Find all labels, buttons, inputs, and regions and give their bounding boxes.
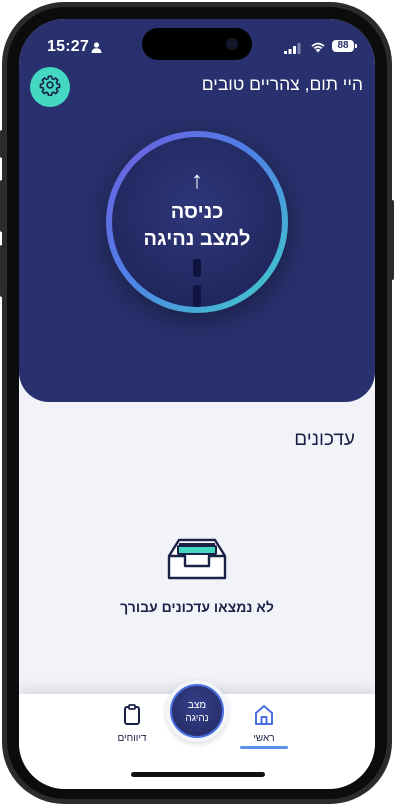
drive-button-label: כניסה למצב נהיגה (112, 199, 282, 253)
settings-button[interactable] (30, 67, 70, 107)
battery-indicator: 88 (332, 40, 354, 52)
greeting-text: היי תום, צהריים טובים (201, 74, 363, 94)
tab-home[interactable]: ראשי (240, 704, 288, 744)
status-bar: 15:27 88 (19, 19, 375, 69)
drive-mode-fab: מצב נהיגה (170, 684, 224, 738)
tab-drive-mode[interactable]: מצב נהיגה (166, 680, 228, 742)
home-indicator (131, 772, 265, 777)
dynamic-island (142, 28, 252, 60)
tab-reports[interactable]: דיווחים (107, 704, 157, 744)
volume-up-button (0, 180, 4, 232)
drive-label-line-2: למצב נהיגה (143, 228, 251, 250)
updates-heading: עדכונים (294, 429, 355, 450)
fab-label-line-1: מצב (187, 700, 207, 711)
fab-label-line-2: נהיגה (185, 713, 209, 724)
status-time: 15:27 (47, 38, 89, 55)
battery-tip (355, 44, 357, 48)
road-dash (193, 285, 201, 307)
tab-home-label: ראשי (253, 733, 275, 744)
mute-switch (0, 130, 4, 158)
power-button (390, 200, 394, 280)
active-tab-indicator (240, 746, 288, 749)
hero-panel: 15:27 88 היי תום, צהריים טובים ↑ כניסה ל… (19, 19, 375, 402)
wifi-icon (310, 40, 326, 58)
tab-reports-label: דיווחים (117, 733, 147, 744)
arrow-up-icon: ↑ (191, 167, 203, 194)
empty-updates-message: לא נמצאו עדכונים עבורך (120, 599, 274, 615)
cellular-signal-icon (284, 41, 301, 59)
road-dash (193, 259, 201, 277)
drive-label-line-1: כניסה (170, 201, 224, 223)
home-icon (254, 705, 274, 730)
app-screen: 15:27 88 היי תום, צהריים טובים ↑ כניסה ל… (19, 19, 375, 789)
gear-icon (39, 74, 61, 101)
enter-drive-mode-button[interactable]: ↑ כניסה למצב נהיגה (106, 131, 288, 313)
inbox-icon (165, 534, 229, 587)
clipboard-icon (123, 704, 141, 730)
drive-button-face: ↑ כניסה למצב נהיגה (112, 137, 282, 307)
person-icon (91, 40, 102, 58)
volume-down-button (0, 245, 4, 297)
